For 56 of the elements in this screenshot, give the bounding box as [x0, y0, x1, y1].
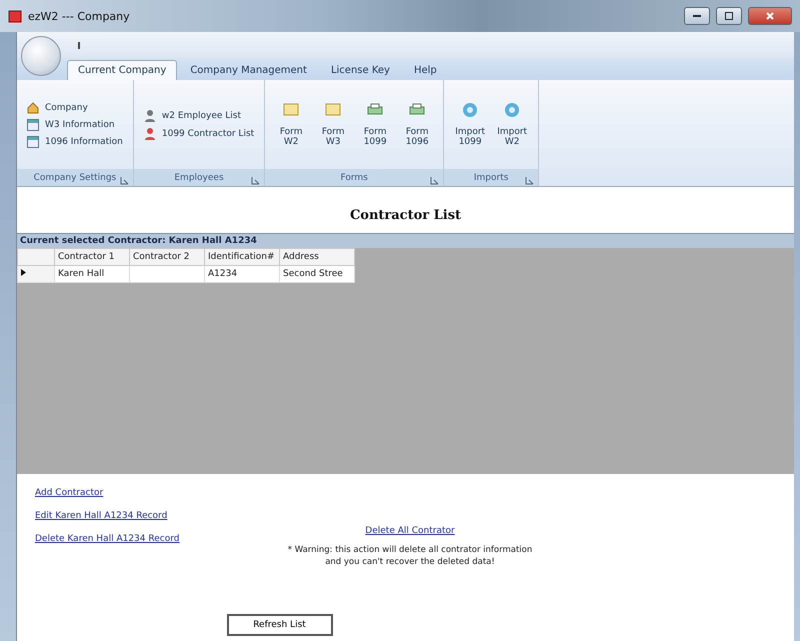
ribbon-button[interactable]: W3 Information: [25, 118, 125, 132]
quick-access-icon[interactable]: [77, 42, 81, 48]
ribbon-button[interactable]: 1099 Contractor List: [142, 126, 256, 141]
app-icon: [8, 9, 22, 23]
disc-icon: [462, 102, 478, 118]
table-cell: Second Stree: [280, 266, 354, 282]
column-header[interactable]: Contractor 1: [54, 248, 130, 266]
sheet-icon: [27, 118, 39, 130]
ribbon-button[interactable]: Form 1096: [399, 102, 436, 147]
application-orb[interactable]: [21, 36, 61, 76]
ribbon-tab[interactable]: Help: [402, 60, 448, 80]
ribbon-button[interactable]: Form W2: [273, 102, 310, 147]
group-label: Forms: [340, 172, 368, 182]
delete-all-link[interactable]: Delete All Contrator: [365, 526, 455, 536]
disc-icon: [504, 102, 520, 118]
window-title: ezW2 --- Company: [28, 10, 131, 22]
person-icon: [144, 127, 156, 140]
row-pointer-icon: [21, 269, 26, 276]
refresh-button[interactable]: Refresh List: [226, 614, 332, 636]
ribbon-button[interactable]: w2 Employee List: [142, 108, 256, 123]
group-label: Company Settings: [34, 172, 116, 182]
ribbon-button[interactable]: 1096 Information: [25, 134, 125, 148]
ribbon-button[interactable]: Import W2: [494, 102, 530, 147]
column-header[interactable]: Identification#: [204, 248, 280, 266]
minimize-button[interactable]: [684, 7, 710, 25]
page-title: Contractor List: [348, 207, 462, 225]
group-label: Imports: [474, 172, 508, 182]
person-icon: [144, 109, 156, 122]
selection-bar: Current selected Contractor: Karen Hall A1234: [17, 233, 794, 248]
note-icon: [325, 102, 342, 118]
close-icon: [766, 12, 774, 20]
maximize-button[interactable]: [716, 7, 742, 25]
ribbon-button[interactable]: Company: [25, 100, 125, 114]
warning-text: and you can't recover the deleted data!: [325, 556, 495, 569]
table-cell: A1234: [204, 266, 280, 282]
ribbon-tab[interactable]: Current Company: [67, 60, 178, 80]
minimize-icon: [693, 15, 701, 17]
action-link[interactable]: Edit Karen Hall A1234 Record: [35, 511, 295, 521]
ribbon-button[interactable]: Form W3: [315, 102, 352, 147]
ribbon-tab[interactable]: License Key: [320, 60, 401, 80]
group-label: Employees: [174, 172, 224, 182]
ribbon-button[interactable]: Form 1099: [357, 102, 394, 147]
close-button[interactable]: [748, 7, 792, 25]
note-icon: [283, 102, 300, 118]
house-icon: [27, 102, 39, 114]
ribbon-tab[interactable]: Company Management: [179, 60, 318, 80]
column-header[interactable]: Address: [280, 248, 354, 266]
sheet-icon: [27, 136, 39, 148]
action-link[interactable]: Add Contractor: [35, 488, 295, 498]
warning-text: * Warning: this action will delete all contrator information: [288, 545, 532, 557]
maximize-icon: [725, 12, 733, 20]
row-header[interactable]: [18, 266, 54, 282]
action-link[interactable]: Delete Karen Hall A1234 Record: [35, 534, 295, 544]
ribbon-button[interactable]: Import 1099: [452, 102, 488, 147]
table-cell: Karen Hall: [54, 266, 130, 282]
column-header[interactable]: Contractor 2: [130, 248, 204, 266]
